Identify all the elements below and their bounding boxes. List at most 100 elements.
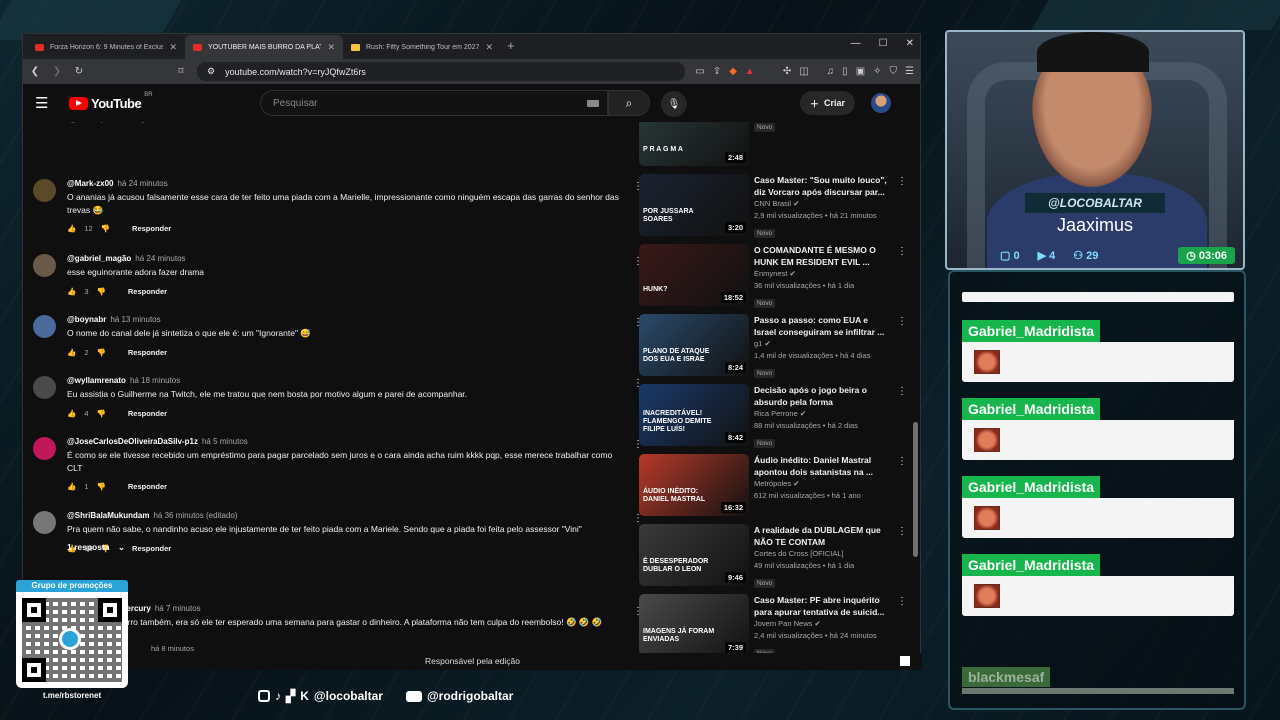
tab-rush[interactable]: Rush: Fifty Something Tour em 2027 no Br…: [343, 35, 501, 59]
dislike-icon[interactable]: 👎: [97, 122, 106, 123]
video-thumbnail[interactable]: IMAGENS JÁ FORAM ENVIADAS 7:39: [639, 594, 749, 656]
playlist-icon[interactable]: ♫: [827, 66, 835, 77]
video-title[interactable]: O COMANDANTE É MESMO O HUNK EM RESIDENT …: [754, 244, 889, 268]
more-options-icon[interactable]: ⋮: [897, 526, 907, 537]
channel-name[interactable]: g1 ✔: [754, 338, 889, 350]
like-icon[interactable]: 👍: [67, 122, 76, 123]
more-options-icon[interactable]: ⋮: [897, 386, 907, 397]
cast-icon[interactable]: ▭: [695, 66, 704, 77]
reply-button[interactable]: Responder: [128, 287, 167, 296]
video-thumbnail[interactable]: ÁUDIO INÉDITO: DANIEL MASTRAL 16:32: [639, 454, 749, 516]
comment-author[interactable]: @gabriel_magão: [67, 254, 131, 263]
maximize-icon[interactable]: ☐: [879, 38, 888, 49]
video-title[interactable]: Caso Master: PF abre inquérito para apur…: [754, 594, 889, 618]
screenshot-icon[interactable]: ◫: [799, 66, 808, 77]
video-item[interactable]: É DESESPERADOR DUBLAR O LEON 9:46 A real…: [639, 524, 909, 588]
like-icon[interactable]: 👍: [67, 224, 76, 233]
youtube-logo[interactable]: YouTube BR: [69, 92, 153, 111]
reply-button[interactable]: Responder: [128, 409, 167, 418]
keyboard-icon[interactable]: [587, 99, 599, 107]
channel-name[interactable]: Jovem Pan News ✔: [754, 618, 889, 630]
leo-icon[interactable]: ✧: [873, 66, 881, 77]
reply-button[interactable]: Responder: [128, 348, 167, 357]
tab-forza[interactable]: Forza Horizon 6: 9 Minutes of Exclusive …: [27, 35, 185, 59]
video-thumbnail[interactable]: POR JUSSARA SOARES 3:20: [639, 174, 749, 236]
dislike-icon[interactable]: 👎: [97, 409, 106, 418]
video-thumbnail[interactable]: INACREDITÁVEL! FLAMENGO DEMITE FILIPE LU…: [639, 384, 749, 446]
new-tab-button[interactable]: +: [501, 35, 521, 59]
create-button[interactable]: ＋ Criar: [800, 91, 856, 115]
channel-name[interactable]: CNN Brasil ✔: [754, 198, 889, 210]
search-button[interactable]: ⌕: [608, 90, 650, 116]
comment-author[interactable]: @ShriBalaMukundam: [67, 511, 149, 520]
comment-author[interactable]: @boynabr: [67, 315, 106, 324]
rewards-icon[interactable]: ▲: [745, 66, 755, 77]
comment-author[interactable]: @JoseCarlosDeOliveiraDaSilv-p1z: [67, 437, 198, 446]
video-title[interactable]: Decisão após o jogo beira o absurdo pela…: [754, 384, 889, 408]
like-icon[interactable]: 👍: [67, 348, 76, 357]
replies-toggle[interactable]: 1 resposta ⌄: [67, 542, 125, 553]
video-item[interactable]: HUNK? 18:52 O COMANDANTE É MESMO O HUNK …: [639, 244, 909, 308]
bookmark-icon[interactable]: ⌑: [175, 66, 187, 77]
close-icon[interactable]: ✕: [327, 42, 335, 53]
like-icon[interactable]: 👍: [67, 482, 76, 491]
more-options-icon[interactable]: ⋮: [897, 246, 907, 257]
channel-name[interactable]: Metrópoles ✔: [754, 478, 889, 490]
dislike-icon[interactable]: 👎: [97, 348, 106, 357]
url-field[interactable]: ⚙ youtube.com/watch?v=ryJQfwZt6rs: [197, 62, 686, 81]
vpn-icon[interactable]: ⛉: [890, 66, 898, 77]
more-options-icon[interactable]: ⋮: [897, 596, 907, 607]
tab-youtuber[interactable]: YOUTUBER MAIS BURRO DA PLATAFOR ✕: [185, 35, 343, 59]
scrollbar[interactable]: [913, 422, 918, 557]
video-title[interactable]: Caso Master: "Sou muito louco", diz Vorc…: [754, 174, 889, 198]
video-item[interactable]: INACREDITÁVEL! FLAMENGO DEMITE FILIPE LU…: [639, 384, 909, 448]
avatar[interactable]: [33, 437, 56, 460]
more-options-icon[interactable]: ⋮: [897, 456, 907, 467]
dislike-icon[interactable]: 👎: [101, 224, 110, 233]
video-item[interactable]: ÁUDIO INÉDITO: DANIEL MASTRAL 16:32 Áudi…: [639, 454, 909, 516]
comment-author[interactable]: @Mark-zx00: [67, 179, 114, 188]
video-item[interactable]: IMAGENS JÁ FORAM ENVIADAS 7:39 Caso Mast…: [639, 594, 909, 658]
puzzle-icon[interactable]: ✣: [783, 66, 791, 77]
avatar[interactable]: [33, 376, 56, 399]
more-options-icon[interactable]: ⋮: [897, 176, 907, 187]
video-item[interactable]: POR JUSSARA SOARES 3:20 Caso Master: "So…: [639, 174, 909, 238]
account-avatar[interactable]: [871, 93, 891, 113]
avatar[interactable]: [33, 511, 56, 534]
video-title[interactable]: A realidade da DUBLAGEM que NÃO TE CONTA…: [754, 524, 889, 548]
menu-icon[interactable]: ☰: [905, 66, 914, 77]
video-thumbnail[interactable]: É DESESPERADOR DUBLAR O LEON 9:46: [639, 524, 749, 586]
channel-name[interactable]: Cortes do Cross [OFICIAL]: [754, 548, 889, 560]
reply-button[interactable]: Responder: [132, 544, 171, 553]
voice-search-button[interactable]: 🎙: [661, 91, 687, 117]
video-thumbnail[interactable]: HUNK? 18:52: [639, 244, 749, 306]
reply-button[interactable]: Responder: [128, 482, 167, 491]
video-title[interactable]: Áudio inédito: Daniel Mastral apontou do…: [754, 454, 889, 478]
video-item[interactable]: P R A G M A 2:48 607 visualizações • há …: [639, 122, 909, 166]
video-thumbnail[interactable]: P R A G M A 2:48: [639, 122, 749, 166]
channel-name[interactable]: Enmynest ✔: [754, 268, 889, 280]
close-window-icon[interactable]: ✕: [906, 38, 914, 49]
close-icon[interactable]: ✕: [485, 42, 493, 53]
sidebar-icon[interactable]: ▯: [842, 66, 848, 77]
minimize-icon[interactable]: —: [851, 38, 861, 49]
reply-button[interactable]: Responder: [132, 224, 171, 233]
close-icon[interactable]: ✕: [169, 42, 177, 53]
search-input[interactable]: Pesquisar: [260, 90, 608, 116]
video-thumbnail[interactable]: PLANO DE ATAQUE DOS EUA E ISRAE 8:24: [639, 314, 749, 376]
wallet-icon[interactable]: ▣: [856, 66, 865, 77]
avatar[interactable]: [33, 254, 56, 277]
brave-shield-icon[interactable]: ◆: [729, 66, 737, 77]
comment-author[interactable]: @wyllamrenato: [67, 376, 126, 385]
hamburger-menu-icon[interactable]: ☰: [35, 94, 61, 112]
more-options-icon[interactable]: ⋮: [897, 316, 907, 327]
forward-icon[interactable]: ❯: [51, 66, 63, 77]
like-icon[interactable]: 👍: [67, 409, 76, 418]
dislike-icon[interactable]: 👎: [97, 482, 106, 491]
avatar[interactable]: [33, 179, 56, 202]
dislike-icon[interactable]: 👎: [97, 287, 106, 296]
channel-name[interactable]: Rica Perrone ✔: [754, 408, 889, 420]
share-icon[interactable]: ⇪: [713, 66, 721, 77]
avatar[interactable]: [33, 315, 56, 338]
like-icon[interactable]: 👍: [67, 287, 76, 296]
